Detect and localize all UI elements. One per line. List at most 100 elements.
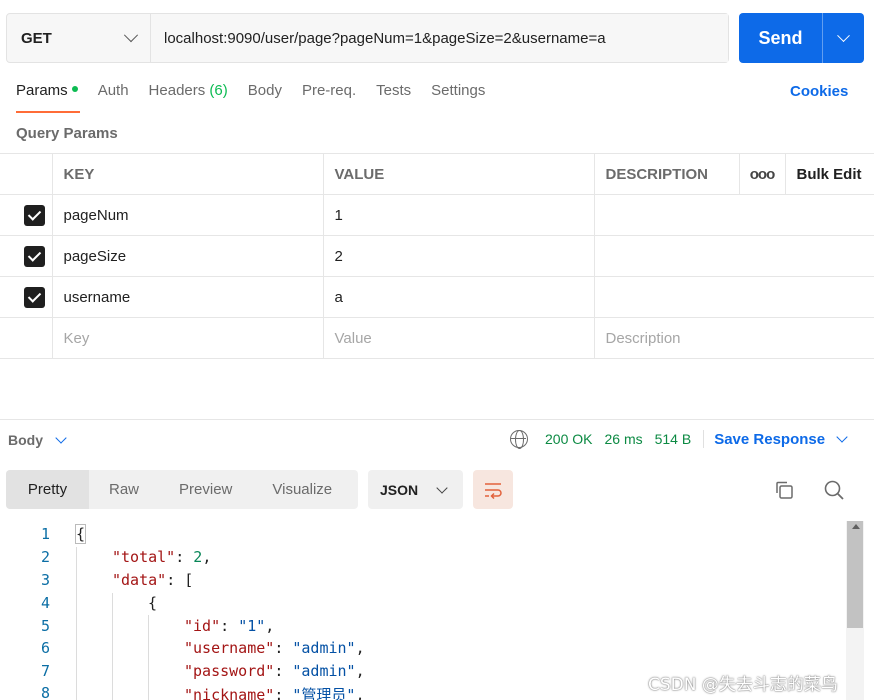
view-tabs: Pretty Raw Preview Visualize xyxy=(6,470,358,509)
table-header-row: KEY VALUE DESCRIPTION ooo Bulk Edit xyxy=(0,153,874,195)
wrap-lines-button[interactable] xyxy=(473,470,513,509)
indent-guide xyxy=(76,547,77,700)
param-value[interactable]: 2 xyxy=(322,235,595,277)
line-number: 4 xyxy=(40,594,50,612)
new-key-input[interactable]: Key xyxy=(51,317,324,359)
json-key: "username" xyxy=(184,639,275,657)
view-pretty[interactable]: Pretty xyxy=(6,470,89,509)
json-value: "管理员" xyxy=(292,686,356,700)
json-value: 2 xyxy=(193,548,203,566)
code-line: { xyxy=(74,524,87,544)
column-header-key: KEY xyxy=(51,153,324,195)
response-body-label: Body xyxy=(8,432,43,448)
line-number: 2 xyxy=(40,548,50,566)
more-options-button[interactable]: ooo xyxy=(738,153,786,195)
tab-prereq[interactable]: Pre-req. xyxy=(302,82,356,113)
indent-guide xyxy=(112,593,113,700)
tab-params[interactable]: Params xyxy=(16,82,80,113)
scroll-up-arrow-icon[interactable] xyxy=(852,524,860,529)
checkbox-cell xyxy=(0,235,53,277)
checkbox-cell xyxy=(0,194,53,236)
code-line: "id": "1", xyxy=(184,617,275,635)
status-code[interactable]: 200 OK xyxy=(545,431,592,447)
param-checkbox[interactable] xyxy=(24,204,45,226)
line-number: 3 xyxy=(40,571,50,589)
chevron-down-icon xyxy=(837,28,850,42)
chevron-down-icon xyxy=(55,432,67,444)
line-number: 7 xyxy=(40,662,50,680)
checkbox-cell xyxy=(0,317,53,359)
code-line: "data": [ xyxy=(112,571,194,589)
param-description[interactable] xyxy=(593,235,874,277)
code-line: "password": "admin", xyxy=(184,662,365,680)
indent-guide xyxy=(148,615,149,700)
pane-divider[interactable] xyxy=(0,419,874,420)
tab-auth[interactable]: Auth xyxy=(98,82,129,113)
request-bar: GET localhost:9090/user/page?pageNum=1&p… xyxy=(6,13,729,63)
cookies-link[interactable]: Cookies xyxy=(790,83,848,100)
tab-tests[interactable]: Tests xyxy=(376,82,411,113)
scrollbar-thumb[interactable] xyxy=(847,521,863,628)
method-select[interactable]: GET xyxy=(7,14,151,62)
json-key: "nickname" xyxy=(184,686,275,700)
param-value[interactable]: a xyxy=(322,276,595,318)
line-number: 5 xyxy=(40,617,50,635)
new-description-input[interactable]: Description xyxy=(593,317,874,359)
tab-auth-label: Auth xyxy=(97,82,129,99)
send-options-button[interactable] xyxy=(823,13,864,63)
code-line: "nickname": "管理员", xyxy=(184,684,364,700)
param-checkbox[interactable] xyxy=(24,245,45,267)
wrap-lines-icon xyxy=(485,482,502,499)
bulk-edit-button[interactable]: Bulk Edit xyxy=(784,153,874,195)
json-key: "id" xyxy=(184,617,221,635)
code-line: "total": 2, xyxy=(112,548,212,566)
json-value: "admin" xyxy=(292,662,356,680)
line-number: 8 xyxy=(40,684,50,700)
view-preview[interactable]: Preview xyxy=(159,470,252,509)
active-dot-icon xyxy=(71,86,78,93)
brace-open: { xyxy=(148,594,158,612)
line-number: 6 xyxy=(40,639,50,657)
copy-icon[interactable] xyxy=(774,480,794,500)
response-meta: 200 OK 26 ms 514 B Save Response xyxy=(510,430,848,449)
param-description[interactable] xyxy=(593,194,874,236)
method-label: GET xyxy=(21,29,52,47)
save-response-button[interactable]: Save Response xyxy=(714,431,848,448)
tab-headers-label: Headers xyxy=(148,82,206,99)
response-time[interactable]: 26 ms xyxy=(604,431,642,447)
new-value-input[interactable]: Value xyxy=(322,317,595,359)
globe-icon[interactable] xyxy=(510,430,528,449)
response-body-select[interactable]: Body xyxy=(8,432,67,448)
bracket-open: [ xyxy=(184,571,194,589)
param-checkbox[interactable] xyxy=(24,286,45,308)
url-input[interactable]: localhost:9090/user/page?pageNum=1&pageS… xyxy=(151,14,728,62)
tab-settings[interactable]: Settings xyxy=(431,82,485,113)
param-description[interactable] xyxy=(593,276,874,318)
watermark: CSDN @失去斗志的菜鸟 xyxy=(648,675,838,695)
table-row: username a xyxy=(0,276,874,318)
tab-headers[interactable]: Headers (6) xyxy=(149,82,228,113)
send-label[interactable]: Send xyxy=(739,13,823,63)
params-table: KEY VALUE DESCRIPTION ooo Bulk Edit page… xyxy=(0,153,874,359)
response-size[interactable]: 514 B xyxy=(655,431,692,447)
send-button[interactable]: Send xyxy=(739,13,864,63)
search-icon[interactable] xyxy=(823,479,845,501)
view-visualize[interactable]: Visualize xyxy=(252,470,352,509)
column-header-description: DESCRIPTION xyxy=(593,153,740,195)
code-line: { xyxy=(148,594,157,612)
table-row: pageSize 2 xyxy=(0,235,874,277)
tab-settings-label: Settings xyxy=(431,82,486,99)
format-select[interactable]: JSON xyxy=(368,470,463,509)
param-key[interactable]: pageSize xyxy=(51,235,324,277)
param-key[interactable]: username xyxy=(51,276,324,318)
view-raw[interactable]: Raw xyxy=(89,470,159,509)
header-checkbox-cell xyxy=(0,153,53,195)
tab-body[interactable]: Body xyxy=(248,82,282,113)
chevron-down-icon xyxy=(436,481,448,494)
line-number: 1 xyxy=(40,525,50,543)
query-params-title: Query Params xyxy=(16,125,118,142)
request-tabs: Params Auth Headers (6) Body Pre-req. Te… xyxy=(16,82,505,113)
param-value[interactable]: 1 xyxy=(322,194,595,236)
param-key[interactable]: pageNum xyxy=(51,194,324,236)
headers-count: (6) xyxy=(209,82,228,99)
